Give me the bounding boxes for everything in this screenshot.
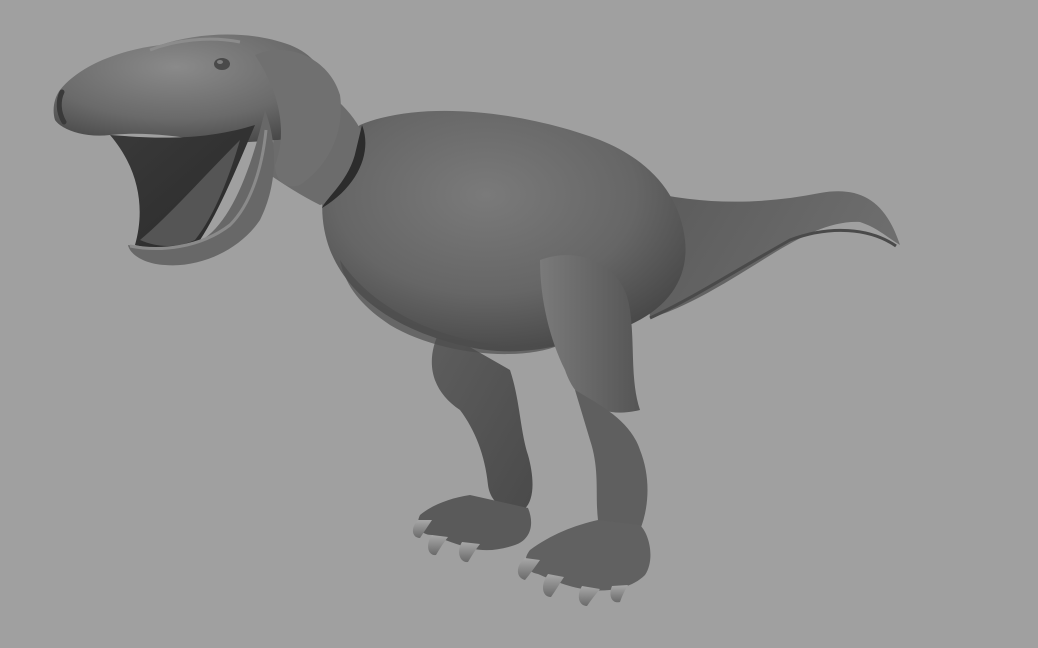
far-claw-3 <box>459 542 480 563</box>
near-foot <box>525 520 651 591</box>
eye-icon <box>214 58 230 70</box>
near-claw-3 <box>578 586 600 606</box>
near-claw-4 <box>610 585 628 603</box>
near-shin <box>575 390 648 539</box>
eye-highlight <box>217 60 223 64</box>
3d-viewport[interactable] <box>0 0 1038 648</box>
near-claw-2 <box>542 574 564 597</box>
trex-model-render[interactable] <box>0 0 1038 648</box>
far-leg <box>431 330 533 512</box>
far-claw-2 <box>428 535 448 556</box>
